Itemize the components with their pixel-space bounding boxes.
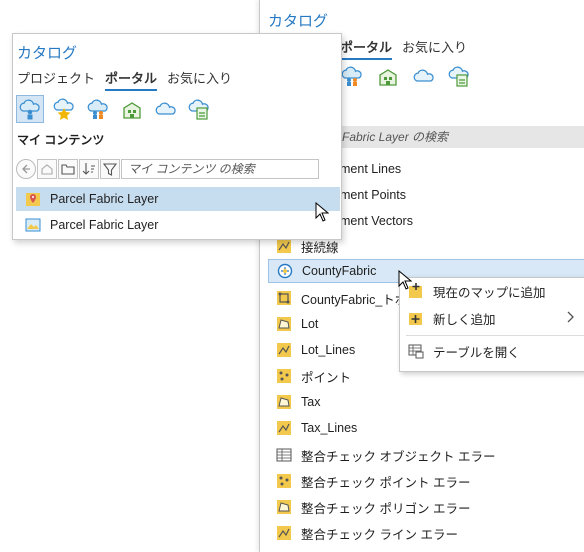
menu-item-add-to-map[interactable]: 現在のマップに追加 — [400, 278, 584, 304]
browse-toolbar: マイ コンテンツ の検索 — [16, 159, 319, 179]
portal-category-bar — [338, 62, 474, 90]
item-label: Parcel Fabric Layer — [50, 218, 159, 232]
groups-cloud-icon[interactable] — [84, 95, 112, 123]
portal-category-bar — [16, 95, 214, 123]
list-item[interactable]: 整合チェック オブジェクト エラー — [276, 443, 584, 467]
list-item[interactable]: Parcel Fabric Layer — [16, 213, 340, 237]
list-item[interactable]: 整合チェック ポイント エラー — [276, 469, 584, 493]
list-item[interactable]: Tax_Lines — [276, 416, 584, 440]
item-label: CountyFabric — [302, 264, 377, 278]
line-feature-icon — [276, 342, 292, 358]
tab-bar: ポータル お気に入り — [340, 37, 467, 60]
tab-bar: プロジェクト ポータル お気に入り — [17, 68, 232, 91]
filter-icon[interactable] — [100, 159, 120, 179]
menu-item-label: テーブルを開く — [433, 345, 520, 360]
groups-cloud-icon[interactable] — [338, 62, 366, 90]
list-item-selected[interactable]: Parcel Fabric Layer — [16, 187, 340, 211]
list-item[interactable]: 整合チェック ライン エラー — [276, 521, 584, 545]
tab-favorites[interactable]: お気に入り — [167, 68, 232, 91]
polygon-feature-icon — [276, 499, 292, 515]
item-label: Lot — [301, 317, 319, 331]
menu-item-add-new[interactable]: 新しく追加 — [400, 305, 584, 331]
back-icon[interactable] — [16, 159, 36, 179]
item-label: Lot_Lines — [301, 343, 356, 357]
organization-icon[interactable] — [374, 62, 402, 90]
home-icon[interactable] — [37, 159, 57, 179]
point-feature-icon — [276, 473, 292, 489]
item-label: CountyFabric_トポ — [301, 292, 408, 307]
data-cloud-icon[interactable] — [446, 62, 474, 90]
list-item[interactable]: ment Lines — [340, 157, 584, 181]
item-label: 整合チェック ライン エラー — [301, 527, 458, 542]
table-icon — [276, 447, 292, 463]
item-label: 整合チェック ポイント エラー — [301, 475, 471, 490]
polygon-feature-icon — [276, 394, 292, 410]
item-label: ポイント — [301, 370, 352, 385]
menu-item-open-table[interactable]: テーブルを開く — [400, 338, 584, 364]
map-image-layer-icon — [25, 217, 41, 233]
my-content-cloud-icon[interactable] — [16, 95, 44, 123]
search-input[interactable]: マイ コンテンツ の検索 — [121, 159, 319, 179]
item-label: ment Lines — [340, 162, 402, 176]
menu-item-label: 現在のマップに追加 — [433, 285, 546, 300]
open-table-icon — [408, 343, 424, 359]
item-label: Tax_Lines — [301, 421, 358, 435]
context-menu: 現在のマップに追加 新しく追加 テーブルを開く — [399, 277, 584, 372]
parcel-layer-package-icon — [25, 191, 41, 207]
list-item[interactable]: ment Vectors — [340, 209, 584, 233]
pane-title: カタログ — [268, 13, 329, 30]
menu-separator — [406, 335, 584, 336]
item-label: Parcel Fabric Layer — [50, 192, 159, 206]
section-title: マイ コンテンツ — [17, 133, 105, 147]
list-item[interactable]: ment Points — [340, 183, 584, 207]
point-feature-icon — [276, 368, 292, 384]
catalog-pane-front: カタログ プロジェクト ポータル お気に入り マイ コンテンツ マイ コンテンツ… — [12, 33, 342, 240]
parcel-fabric-icon — [277, 263, 293, 279]
organization-icon[interactable] — [118, 95, 146, 123]
mouse-cursor-icon — [398, 269, 413, 295]
add-new-icon — [408, 310, 424, 326]
item-label: ment Vectors — [340, 214, 413, 228]
tab-favorites[interactable]: お気に入り — [402, 37, 467, 60]
folder-icon[interactable] — [58, 159, 78, 179]
chevron-right-icon — [565, 309, 575, 328]
list-item[interactable]: Tax — [276, 390, 584, 414]
data-cloud-icon[interactable] — [186, 95, 214, 123]
line-feature-icon — [276, 420, 292, 436]
item-label: ment Points — [340, 188, 407, 202]
item-label: 整合チェック ポリゴン エラー — [301, 501, 471, 516]
item-label: 整合チェック オブジェクト エラー — [301, 449, 496, 464]
line-feature-icon — [276, 525, 292, 541]
tab-project[interactable]: プロジェクト — [17, 68, 95, 91]
menu-item-label: 新しく追加 — [433, 312, 496, 327]
tab-portal[interactable]: ポータル — [105, 68, 158, 91]
line-feature-icon — [276, 238, 292, 254]
item-label: Tax — [301, 395, 321, 409]
favorites-cloud-icon[interactable] — [50, 95, 78, 123]
pane-title: カタログ — [17, 45, 78, 62]
list-item[interactable]: 整合チェック ポリゴン エラー — [276, 495, 584, 519]
living-atlas-cloud-icon[interactable] — [410, 62, 438, 90]
sort-icon[interactable] — [79, 159, 99, 179]
living-atlas-cloud-icon[interactable] — [152, 95, 180, 123]
mouse-cursor-icon — [315, 201, 330, 227]
topology-icon — [276, 290, 292, 306]
polygon-feature-icon — [276, 316, 292, 332]
tab-portal[interactable]: ポータル — [340, 37, 393, 60]
